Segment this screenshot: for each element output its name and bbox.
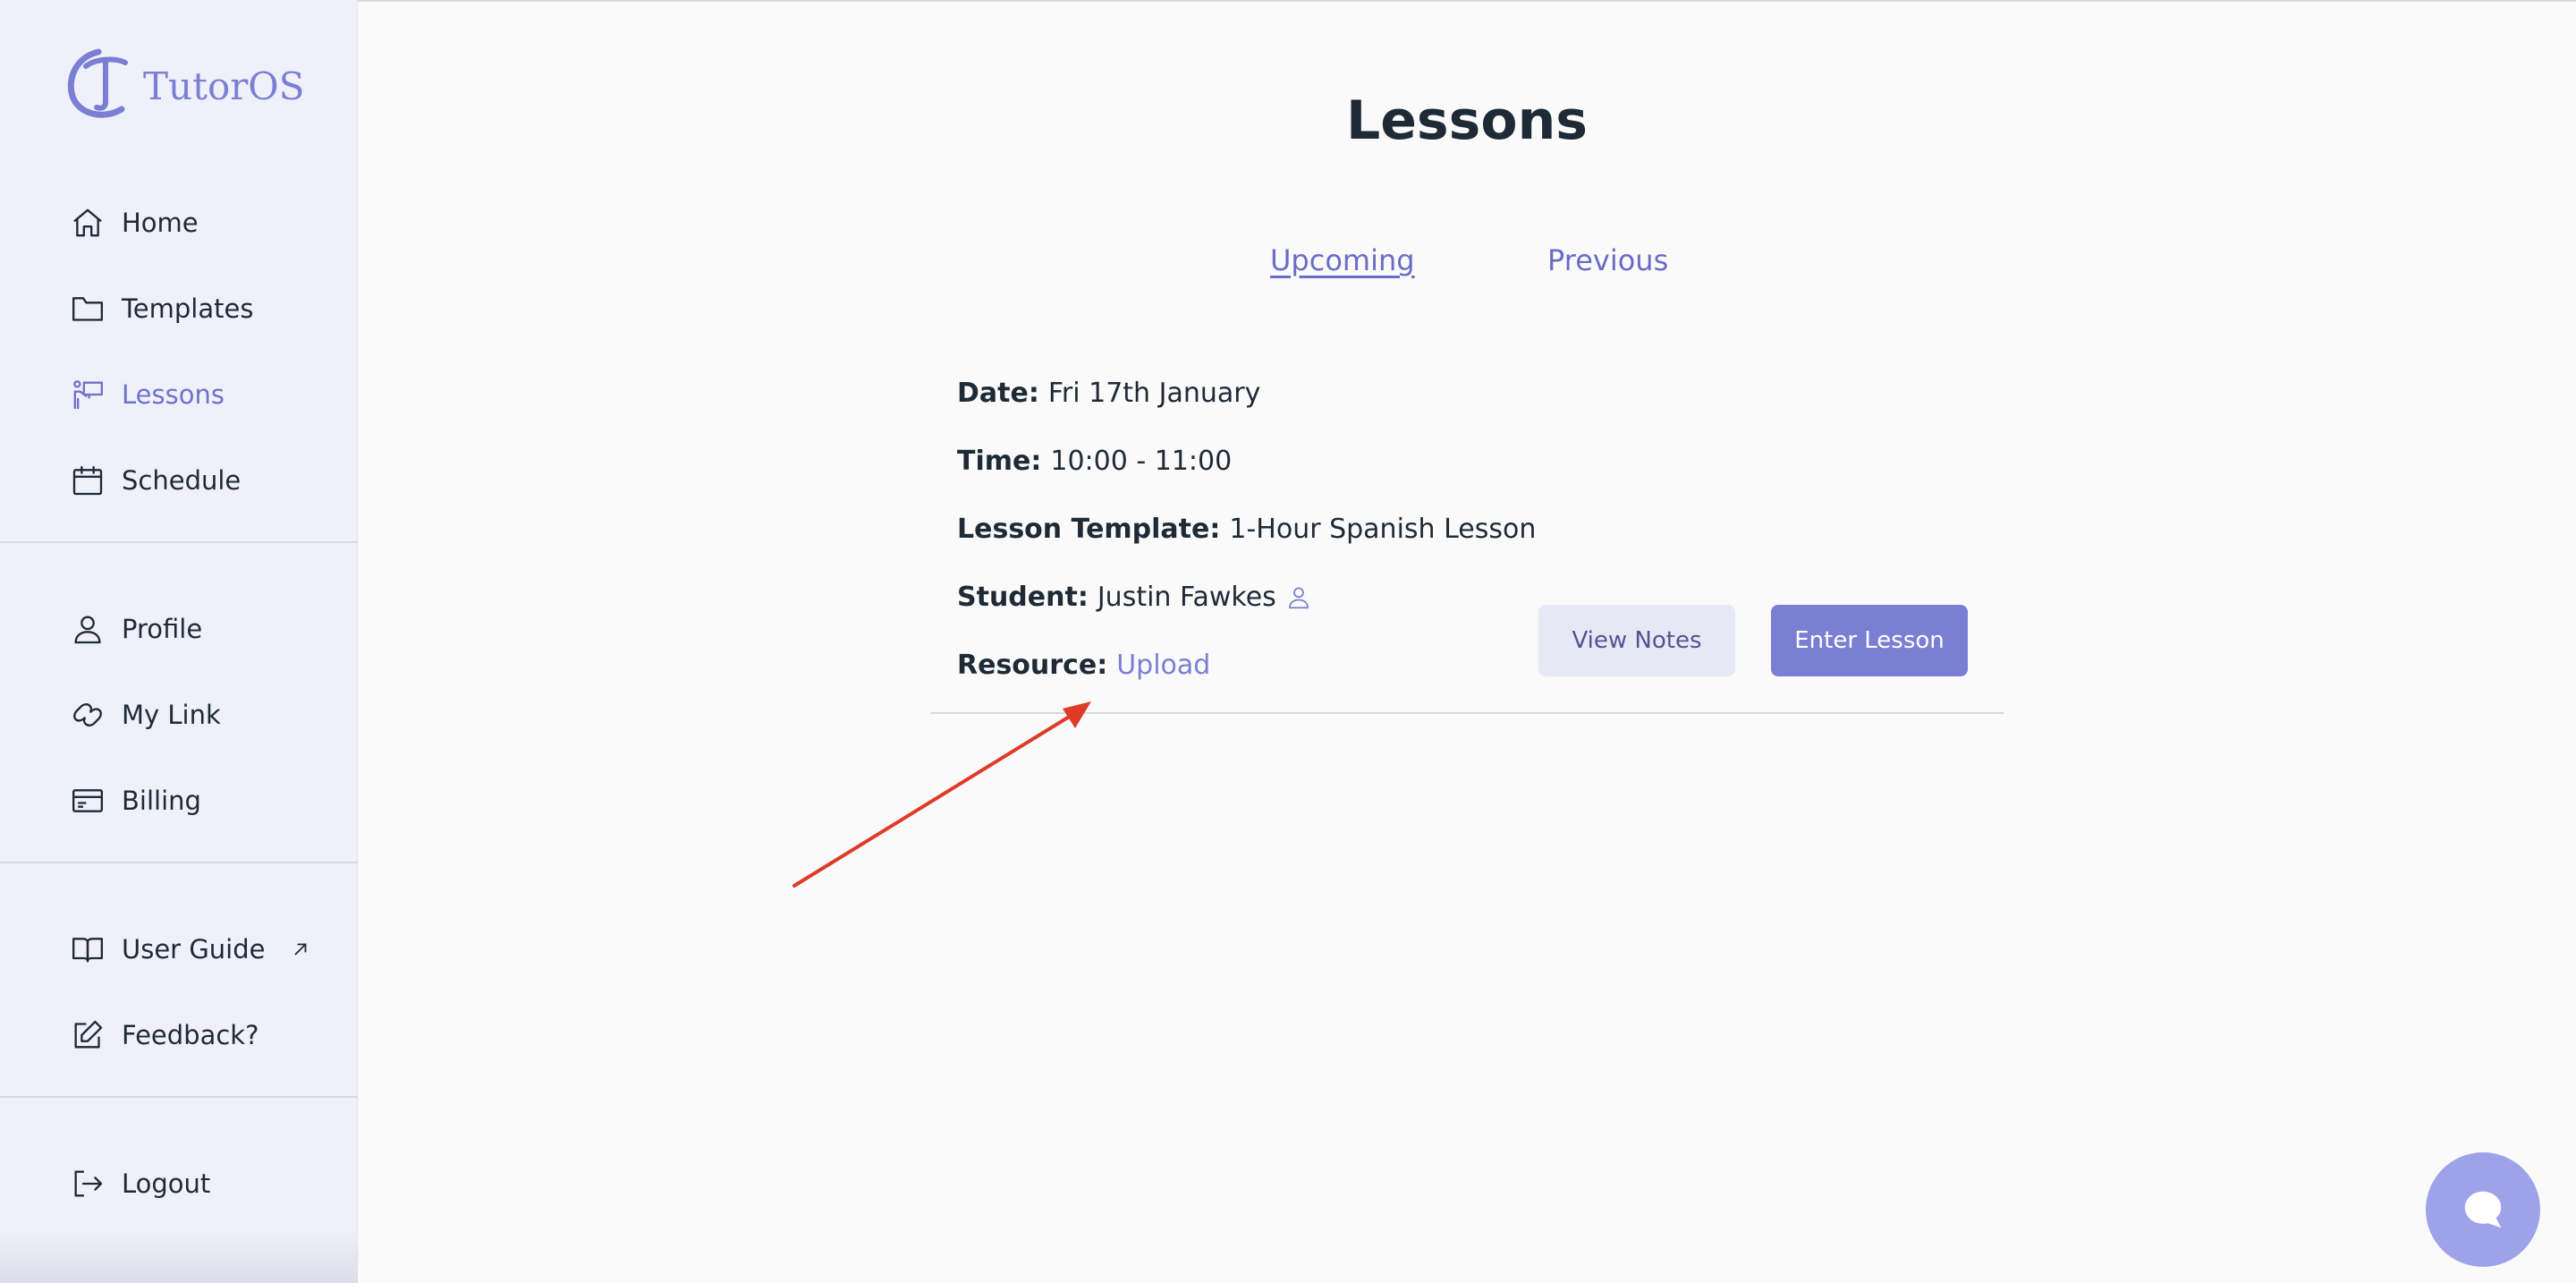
date-label: Date: bbox=[957, 378, 1039, 409]
tab-previous[interactable]: Previous bbox=[1547, 243, 1668, 277]
sidebar-item-logout[interactable]: Logout bbox=[70, 1157, 338, 1211]
sidebar-item-user-guide[interactable]: User Guide bbox=[70, 922, 338, 976]
sidebar-item-label: My Link bbox=[122, 700, 221, 730]
sidebar-item-templates[interactable]: Templates bbox=[70, 282, 338, 336]
sidebar-item-billing[interactable]: Billing bbox=[70, 774, 338, 828]
folder-icon bbox=[72, 297, 104, 321]
tab-upcoming[interactable]: Upcoming bbox=[1270, 243, 1415, 277]
sidebar-item-profile[interactable]: Profile bbox=[70, 602, 338, 656]
sidebar-item-label: Profile bbox=[122, 614, 203, 644]
lesson-date: Date: Fri 17th January bbox=[957, 378, 1260, 409]
calendar-icon bbox=[72, 465, 103, 496]
user-icon bbox=[74, 616, 101, 644]
lesson-student: Student: Justin Fawkes bbox=[957, 582, 1312, 613]
sidebar-item-schedule[interactable]: Schedule bbox=[70, 454, 338, 507]
sidebar-item-label: Schedule bbox=[122, 465, 242, 496]
sidebar-item-label: Templates bbox=[122, 293, 254, 324]
sidebar-item-label: Logout bbox=[122, 1168, 211, 1199]
chat-button[interactable] bbox=[2426, 1152, 2540, 1267]
top-border bbox=[0, 0, 2576, 2]
enter-lesson-button[interactable]: Enter Lesson bbox=[1771, 605, 1968, 676]
sidebar-bottom-shade bbox=[0, 1229, 358, 1283]
view-notes-button[interactable]: View Notes bbox=[1538, 605, 1735, 676]
lesson-resource: Resource: Upload bbox=[957, 650, 1210, 681]
annotation-arrow bbox=[792, 701, 1091, 888]
sidebar-divider bbox=[0, 862, 358, 863]
time-label: Time: bbox=[957, 446, 1042, 477]
edit-icon bbox=[74, 1020, 103, 1049]
student-profile-icon[interactable] bbox=[1285, 583, 1312, 612]
sidebar-item-label: Home bbox=[122, 208, 199, 238]
sidebar: TutorOS Home Templates Lessons Schedule … bbox=[0, 0, 358, 1283]
home-icon bbox=[73, 208, 102, 237]
tutoros-logo-icon bbox=[67, 48, 128, 118]
sidebar-item-my-link[interactable]: My Link bbox=[70, 688, 338, 742]
time-value: 10:00 - 11:00 bbox=[1050, 446, 1233, 477]
date-value: Fri 17th January bbox=[1047, 378, 1261, 409]
sidebar-item-feedback[interactable]: Feedback? bbox=[70, 1008, 338, 1062]
sidebar-item-home[interactable]: Home bbox=[70, 196, 338, 250]
sidebar-item-label: User Guide bbox=[122, 934, 266, 964]
page-title: Lessons bbox=[1346, 89, 1588, 152]
app-logo[interactable]: TutorOS bbox=[63, 45, 305, 123]
sidebar-divider bbox=[0, 1096, 358, 1098]
chat-bubble-icon bbox=[2464, 1191, 2502, 1228]
external-link-icon bbox=[295, 943, 307, 956]
lesson-time: Time: 10:00 - 11:00 bbox=[957, 446, 1232, 477]
sidebar-divider bbox=[0, 541, 358, 543]
logout-icon bbox=[74, 1170, 103, 1197]
sidebar-item-label: Lessons bbox=[122, 379, 225, 410]
book-icon bbox=[72, 938, 104, 963]
link-icon bbox=[73, 703, 102, 726]
sidebar-item-label: Billing bbox=[122, 786, 201, 816]
resource-label: Resource: bbox=[957, 650, 1108, 681]
teacher-board-icon bbox=[73, 380, 104, 410]
upload-link[interactable]: Upload bbox=[1116, 650, 1210, 681]
student-label: Student: bbox=[957, 582, 1089, 613]
student-value: Justin Fawkes bbox=[1097, 582, 1276, 613]
lesson-template: Lesson Template: 1-Hour Spanish Lesson bbox=[957, 514, 1536, 545]
app-name: TutorOS bbox=[143, 64, 305, 108]
template-label: Lesson Template: bbox=[957, 514, 1221, 545]
sidebar-item-label: Feedback? bbox=[122, 1020, 259, 1050]
template-value: 1-Hour Spanish Lesson bbox=[1229, 514, 1537, 545]
sidebar-item-lessons[interactable]: Lessons bbox=[70, 368, 338, 421]
credit-card-icon bbox=[72, 789, 103, 812]
